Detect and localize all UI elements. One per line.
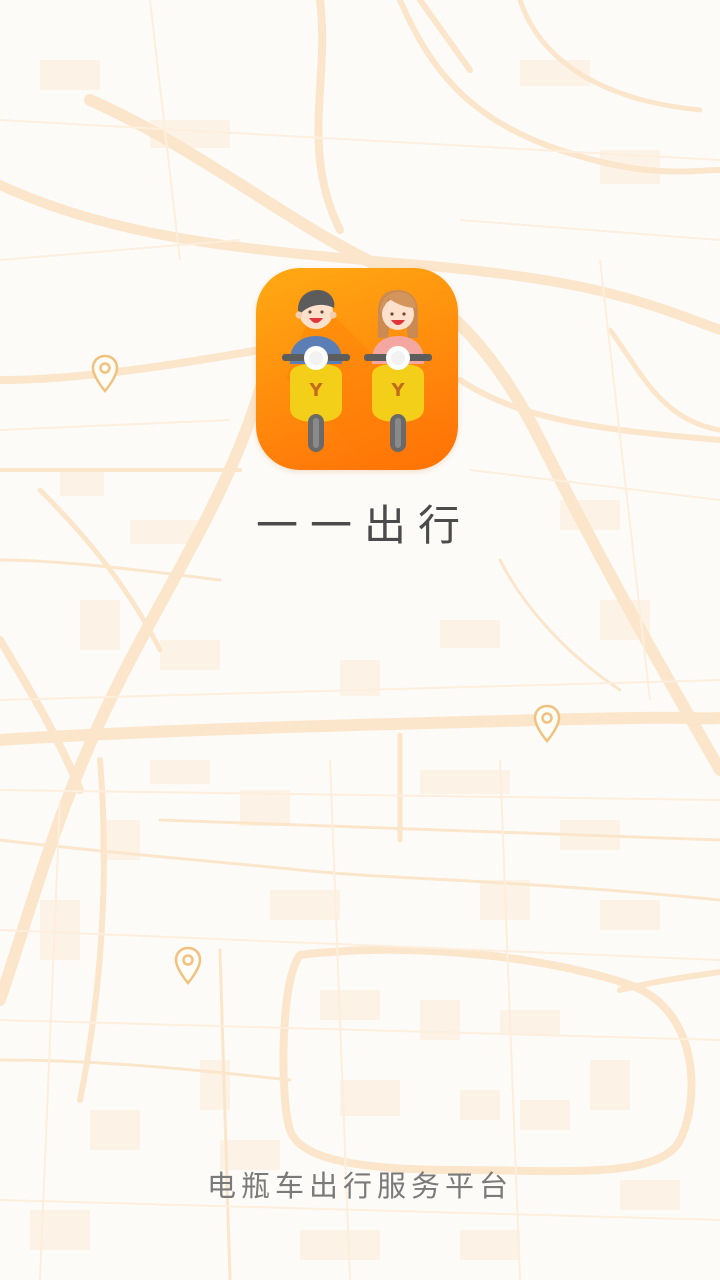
map-pin-icon (90, 354, 120, 394)
app-name: 一一出行 (255, 501, 472, 550)
logo-letter-right: Y (390, 380, 405, 401)
logo-letter-left: Y (308, 380, 323, 401)
map-pin-icon (532, 704, 562, 744)
tagline: 电瓶车出行服务平台 (206, 1169, 513, 1203)
map-pin-icon (173, 946, 203, 986)
map-background (0, 0, 720, 1280)
app-logo-icon: Y Y (256, 268, 458, 470)
